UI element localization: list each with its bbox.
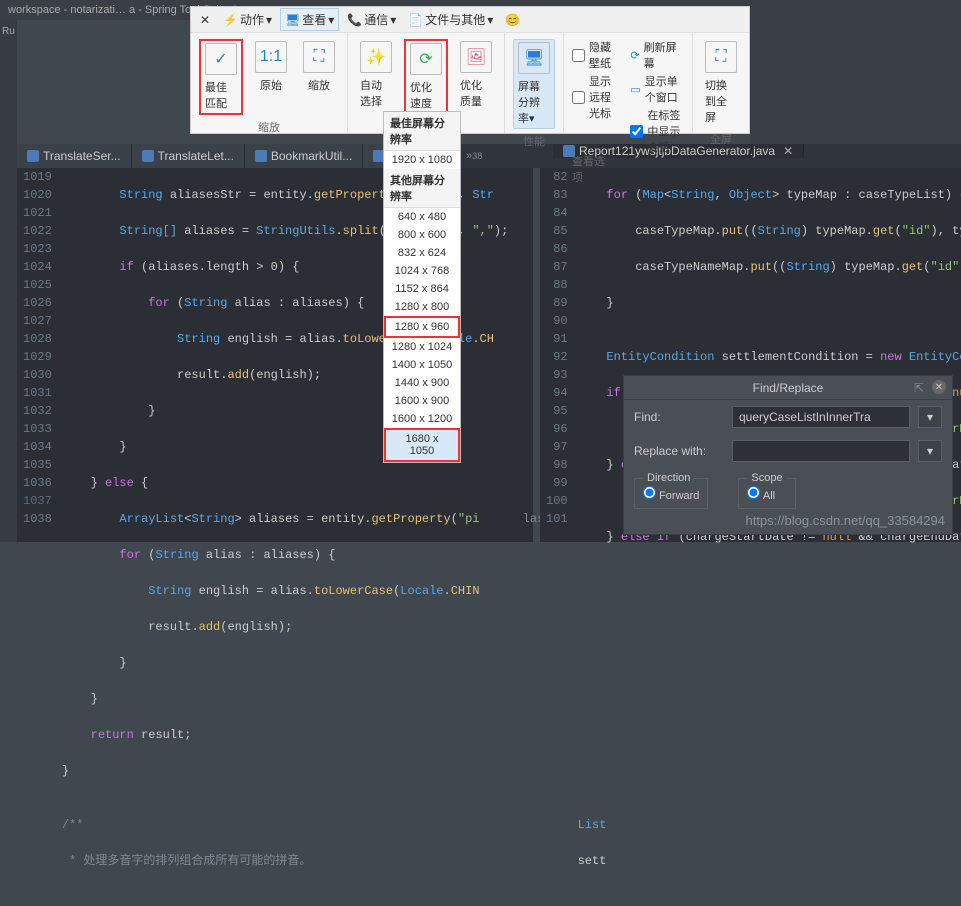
- option-hide-wallpaper[interactable]: 隐藏壁纸: [572, 39, 614, 71]
- resolution-menu: 最佳屏幕分辨率 1920 x 1080 其他屏幕分辨率 640 x 480 80…: [383, 111, 461, 463]
- option-show-cursor[interactable]: 显示远程光标: [572, 73, 614, 121]
- resolution-item[interactable]: 640 x 480: [384, 208, 460, 226]
- close-icon[interactable]: ✕: [783, 144, 793, 158]
- ribbon-tabs: ✕ ⚡动作▾ 🖥查看▾ 📞通信▾ 📄文件与其他▾ 😊: [191, 7, 749, 33]
- direction-legend: Direction: [643, 472, 694, 484]
- quality-auto-button[interactable]: ✨自动选择: [356, 39, 396, 115]
- option-tab-session[interactable]: 在标签中显示会话: [630, 107, 684, 155]
- ribbon-group-options: 隐藏壁纸 显示远程光标 查看选项 ⟳刷新屏幕 ▭显示单个窗口 在标签中显示会话: [564, 33, 693, 133]
- ribbon-close-button[interactable]: ✕: [195, 11, 215, 29]
- scope-legend: Scope: [747, 472, 786, 484]
- ribbon-tab-feedback[interactable]: 😊: [501, 11, 524, 29]
- resolution-button[interactable]: 🖥屏幕分辨率▾: [513, 39, 555, 129]
- resolution-item[interactable]: 832 x 624: [384, 244, 460, 262]
- java-icon: [27, 150, 39, 162]
- ribbon-tab-action[interactable]: ⚡动作▾: [219, 9, 276, 30]
- java-icon: [142, 150, 154, 162]
- watermark: https://blog.csdn.net/qq_33584294: [746, 513, 946, 528]
- tab-overflow[interactable]: » 38: [460, 144, 536, 168]
- resolution-item[interactable]: 1680 x 1050: [384, 428, 460, 462]
- quality-speed-button[interactable]: ⟳优化速度: [404, 39, 448, 115]
- find-input[interactable]: [732, 406, 910, 428]
- zoom-original-button[interactable]: 1:1原始: [251, 39, 291, 115]
- direction-group: Direction Forward: [634, 472, 708, 509]
- gutter-left: 1019102010211022102310241025102610271028…: [17, 168, 58, 542]
- gutter-right: 8283848586878889909192939495969798991001…: [540, 168, 574, 542]
- fullscreen-button[interactable]: ⛶切换到全屏: [701, 39, 741, 127]
- resolution-item[interactable]: 1280 x 960: [384, 316, 460, 338]
- resolution-item[interactable]: 1920 x 1080: [384, 151, 460, 169]
- find-label: Find:: [634, 410, 724, 424]
- zoom-best-fit-button[interactable]: ✓最佳匹配: [199, 39, 243, 115]
- ribbon-overlay: ✕ ⚡动作▾ 🖥查看▾ 📞通信▾ 📄文件与其他▾ 😊 ✓最佳匹配 1:1原始 ⛶…: [190, 6, 750, 134]
- replace-label: Replace with:: [634, 444, 724, 458]
- options-group-label: 查看选项: [572, 151, 614, 189]
- resolution-item[interactable]: 1152 x 864: [384, 280, 460, 298]
- direction-forward-radio[interactable]: Forward: [643, 490, 699, 502]
- find-history-dropdown[interactable]: ▾: [918, 406, 942, 428]
- pin-icon[interactable]: ⇱: [914, 381, 924, 395]
- scope-group: Scope All: [738, 472, 795, 509]
- ribbon-tab-view[interactable]: 🖥查看▾: [280, 8, 339, 31]
- ribbon-group-zoom: ✓最佳匹配 1:1原始 ⛶缩放 缩放: [191, 33, 348, 133]
- find-title-label: Find/Replace: [753, 381, 824, 395]
- resolution-other-header: 其他屏幕分辨率: [384, 169, 460, 208]
- resolution-item[interactable]: 1400 x 1050: [384, 356, 460, 374]
- resolution-item[interactable]: 1600 x 1200: [384, 410, 460, 428]
- resolution-item[interactable]: 800 x 600: [384, 226, 460, 244]
- ribbon-group-fullscreen: ⛶切换到全屏 全屏: [693, 33, 749, 133]
- option-refresh-screen[interactable]: ⟳刷新屏幕: [630, 39, 684, 71]
- ribbon-tab-comm[interactable]: 📞通信▾: [343, 9, 400, 30]
- ru-label: Ru: [0, 20, 17, 43]
- resolution-item[interactable]: 1280 x 800: [384, 298, 460, 316]
- option-single-window[interactable]: ▭显示单个窗口: [630, 73, 684, 105]
- editor-tab[interactable]: TranslateSer...: [17, 144, 132, 168]
- fs-group-label: 全屏: [693, 129, 749, 151]
- quality-quality-button[interactable]: 🖼优化质量: [456, 39, 496, 115]
- resolution-item[interactable]: 1440 x 900: [384, 374, 460, 392]
- editor-tab[interactable]: TranslateLet...: [132, 144, 245, 168]
- replace-history-dropdown[interactable]: ▾: [918, 440, 942, 462]
- java-icon: [255, 150, 267, 162]
- resolution-item[interactable]: 1024 x 768: [384, 262, 460, 280]
- resolution-item[interactable]: 1600 x 900: [384, 392, 460, 410]
- ribbon-group-resolution: 🖥屏幕分辨率▾ 性能: [505, 33, 564, 133]
- scope-all-radio[interactable]: All: [747, 490, 775, 502]
- left-strip: Ru: [0, 20, 17, 542]
- ribbon-tab-files[interactable]: 📄文件与其他▾: [404, 9, 497, 30]
- resolution-item[interactable]: 1280 x 1024: [384, 338, 460, 356]
- find-title-bar[interactable]: Find/Replace ⇱ ✕: [624, 376, 952, 400]
- find-close-button[interactable]: ✕: [932, 380, 946, 394]
- editor-tab[interactable]: BookmarkUtil...: [245, 144, 363, 168]
- find-replace-dialog[interactable]: Find/Replace ⇱ ✕ Find: ▾ Replace with: ▾…: [623, 375, 953, 535]
- zoom-group-label: 缩放: [191, 117, 347, 139]
- right-bg: [750, 20, 961, 144]
- replace-input[interactable]: [732, 440, 910, 462]
- resolution-best-header: 最佳屏幕分辨率: [384, 112, 460, 151]
- code-left[interactable]: String aliasesStr = entity.getProperty("…: [58, 168, 621, 542]
- zoom-scale-button[interactable]: ⛶缩放: [299, 39, 339, 115]
